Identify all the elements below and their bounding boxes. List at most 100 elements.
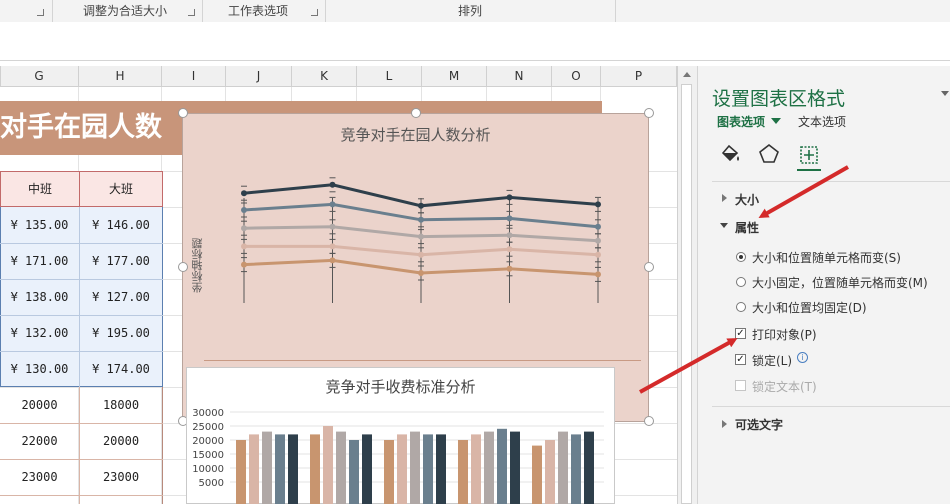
checkbox-label[interactable]: 打印对象(P) — [752, 326, 817, 343]
bar — [349, 440, 359, 504]
table-cell[interactable]: ¥ 174.00 — [79, 362, 163, 376]
resize-handle[interactable] — [644, 108, 654, 118]
section-size[interactable]: 大小 — [735, 191, 759, 208]
y-tick-label: 15000 — [192, 450, 224, 461]
y-tick-label: 5000 — [199, 478, 224, 489]
column-header-o[interactable]: O — [552, 66, 601, 86]
tab-chart-options[interactable]: 图表选项 — [717, 113, 765, 130]
scroll-up-icon[interactable] — [683, 72, 691, 77]
table-cell[interactable]: 18000 — [79, 398, 163, 412]
size-properties-icon[interactable] — [797, 143, 821, 167]
data-point — [418, 202, 424, 209]
table-cell[interactable]: ¥ 171.00 — [0, 254, 79, 268]
resize-handle[interactable] — [178, 262, 188, 272]
column-headers: G H I J K L M N O P — [0, 66, 677, 87]
table-cell[interactable]: ¥ 195.00 — [79, 326, 163, 340]
radio-move-size-with-cells[interactable] — [736, 252, 746, 262]
data-point — [329, 181, 336, 188]
sheet-banner-title: 对手在园人数 — [0, 101, 182, 155]
bar — [458, 440, 468, 504]
table-cell[interactable]: 23000 — [0, 470, 79, 484]
column-header-n[interactable]: N — [487, 66, 552, 86]
bar — [423, 434, 433, 504]
table-cell[interactable]: ¥ 146.00 — [79, 218, 163, 232]
radio-fixed-size-move-with-cells[interactable] — [736, 277, 746, 287]
bar — [336, 431, 346, 504]
data-point — [241, 207, 247, 213]
pane-options-chevron-icon[interactable] — [941, 91, 949, 96]
formula-bar[interactable] — [0, 22, 950, 61]
expand-chevron-icon[interactable] — [722, 194, 727, 202]
data-point — [241, 225, 247, 232]
checkbox-label-disabled: 锁定文本(T) — [752, 380, 817, 394]
data-point — [329, 243, 336, 250]
ribbon-group-arrange: 排列 — [457, 4, 482, 18]
column-header-h[interactable]: H — [79, 66, 162, 86]
table-cell[interactable]: ¥ 177.00 — [79, 254, 163, 268]
table-cell[interactable]: 20000 — [79, 434, 163, 448]
resize-handle[interactable] — [178, 108, 188, 118]
data-point — [418, 233, 424, 240]
table-cell[interactable]: ¥ 127.00 — [79, 290, 163, 304]
data-point — [329, 257, 336, 264]
table-cell[interactable]: 23000 — [79, 470, 163, 484]
table-cell[interactable]: ¥ 138.00 — [0, 290, 79, 304]
column-header-k[interactable]: K — [292, 66, 357, 86]
table-header-senior-class[interactable]: 大班 — [79, 171, 163, 207]
resize-handle[interactable] — [644, 262, 654, 272]
table-cell[interactable]: 22000 — [0, 434, 79, 448]
sheet-banner-strip — [182, 101, 602, 113]
data-point — [595, 201, 601, 208]
radio-label[interactable]: 大小固定，位置随单元格而变(M) — [752, 274, 928, 291]
data-point — [418, 270, 424, 276]
radio-label[interactable]: 大小和位置均固定(D) — [752, 299, 867, 316]
format-chart-area-pane: 设置图表区格式 图表选项 文本选项 大小 属性 大小和位置随单元格而变(S) 大… — [697, 66, 950, 504]
bar — [384, 440, 394, 504]
column-header-m[interactable]: M — [422, 66, 487, 86]
column-header-p[interactable]: P — [601, 66, 677, 86]
dialog-launcher-icon[interactable] — [37, 9, 44, 16]
data-point — [506, 215, 513, 222]
column-header-j[interactable]: J — [226, 66, 292, 86]
dialog-launcher-icon[interactable] — [188, 9, 195, 16]
section-alt-text[interactable]: 可选文字 — [735, 416, 783, 433]
resize-handle[interactable] — [411, 108, 421, 118]
bar — [532, 445, 542, 504]
table-cell[interactable]: ¥ 132.00 — [0, 326, 79, 340]
table-cell[interactable]: ¥ 130.00 — [0, 362, 79, 376]
dialog-launcher-icon[interactable] — [311, 9, 318, 16]
tab-text-options[interactable]: 文本选项 — [798, 113, 846, 130]
column-header-i[interactable]: I — [162, 66, 226, 86]
bar-chart-plot[interactable]: 30000 25000 20000 15000 10000 5000 — [186, 367, 615, 504]
checkbox-print-object[interactable]: ✓ — [735, 328, 746, 339]
bar — [410, 431, 420, 504]
bar — [362, 434, 372, 504]
scrollbar-thumb[interactable] — [681, 84, 692, 504]
table-cell[interactable]: 20000 — [0, 398, 79, 412]
column-header-l[interactable]: L — [357, 66, 422, 86]
bar — [288, 434, 298, 504]
y-tick-label: 10000 — [192, 464, 224, 475]
tab-dropdown-icon[interactable] — [771, 118, 781, 124]
table-header-middle-class[interactable]: 中班 — [0, 171, 80, 207]
radio-label[interactable]: 大小和位置随单元格而变(S) — [752, 249, 901, 266]
table-cell[interactable]: ¥ 135.00 — [0, 218, 79, 232]
collapse-chevron-icon[interactable] — [720, 223, 728, 228]
data-point — [506, 265, 513, 272]
bar — [310, 434, 320, 504]
effects-icon[interactable] — [758, 143, 780, 165]
info-icon[interactable]: i — [797, 352, 808, 363]
checkbox-lock[interactable]: ✓ — [735, 354, 746, 365]
column-header-g[interactable]: G — [0, 66, 79, 86]
expand-chevron-icon[interactable] — [722, 420, 727, 428]
bar — [484, 431, 494, 504]
vertical-scrollbar[interactable] — [677, 66, 697, 504]
resize-handle[interactable] — [644, 416, 654, 426]
fill-line-icon[interactable] — [718, 143, 742, 165]
axis-line — [204, 360, 641, 361]
section-properties[interactable]: 属性 — [735, 219, 759, 236]
bar — [571, 434, 581, 504]
radio-fixed-size-position[interactable] — [736, 302, 746, 312]
checkbox-label[interactable]: 锁定(L) — [752, 352, 792, 369]
data-point — [241, 261, 247, 268]
